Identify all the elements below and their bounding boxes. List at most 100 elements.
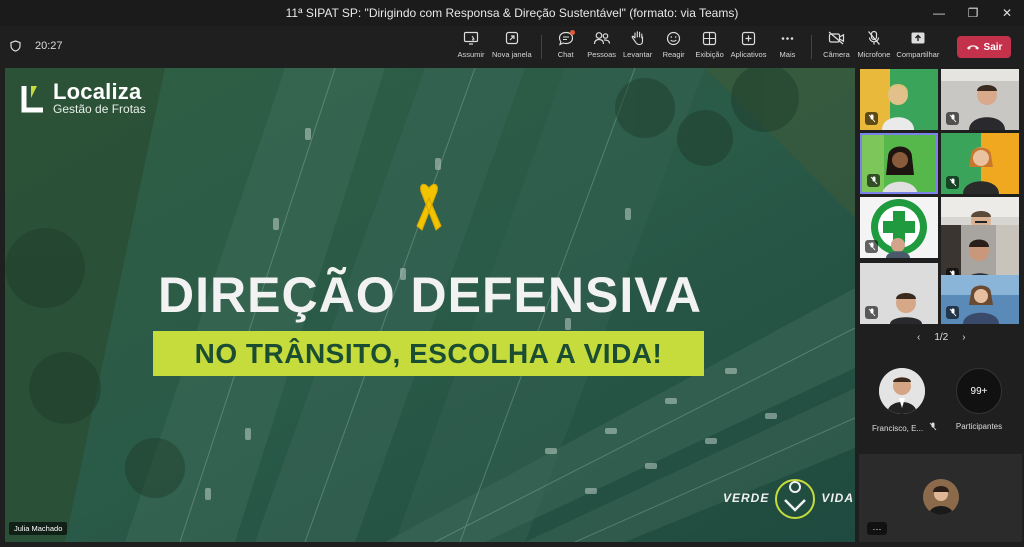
share-button[interactable]: Compartilhar — [893, 30, 942, 64]
more-icon — [781, 36, 794, 40]
pinned-participant[interactable]: Francisco, E... — [872, 368, 937, 433]
localiza-logo: Localiza Gestão de Frotas — [21, 79, 146, 116]
muted-badge — [867, 174, 880, 187]
participants-overflow-button[interactable]: 99+ Participantes — [949, 368, 1009, 431]
mic-off-icon — [868, 308, 875, 317]
apps-button[interactable]: Aplicativos — [728, 30, 770, 64]
microphone-button[interactable]: Microfone — [854, 30, 893, 64]
meeting-toolbar: 20:27 Assumir Nova janela Chat Pessoas L… — [0, 26, 1024, 66]
slide-headline: DIREÇÃO DEFENSIVA — [158, 267, 702, 323]
participant-tile[interactable] — [941, 275, 1019, 324]
muted-badge — [946, 176, 959, 189]
mic-off-icon — [949, 114, 956, 123]
more-button[interactable]: Mais — [769, 30, 805, 64]
participant-tile[interactable] — [860, 263, 938, 324]
camera-label: Câmera — [823, 50, 850, 59]
participant-tile[interactable] — [941, 69, 1019, 130]
muted-badge — [865, 306, 878, 319]
brand-subtitle: Gestão de Frotas — [53, 102, 146, 116]
muted-badge — [865, 112, 878, 125]
toolbar-buttons: Assumir Nova janela Chat Pessoas Levanta… — [453, 30, 942, 64]
chat-button[interactable]: Chat — [548, 30, 584, 64]
self-photo — [923, 479, 959, 515]
people-label: Pessoas — [587, 50, 616, 59]
more-label: Mais — [779, 50, 796, 59]
localiza-l-icon — [21, 86, 43, 113]
apps-icon — [741, 31, 756, 45]
participants-label: Participantes — [955, 422, 1003, 431]
take-control-label: Assumir — [457, 50, 485, 59]
react-label: Reagir — [662, 50, 685, 59]
mic-off-icon — [868, 114, 875, 123]
avatar — [923, 479, 959, 515]
view-icon — [703, 31, 717, 45]
chevron-left-icon[interactable]: ‹ — [917, 332, 920, 343]
muted-badge — [946, 112, 959, 125]
camera-off-icon — [828, 31, 845, 45]
toolbar-divider — [540, 35, 542, 59]
view-button[interactable]: Exibição — [692, 30, 728, 64]
new-window-icon — [505, 31, 518, 45]
meeting-timer: 20:27 — [35, 40, 63, 52]
people-button[interactable]: Pessoas — [584, 30, 620, 64]
verde-vida-right: VIDA — [821, 491, 855, 505]
raise-hand-icon — [631, 31, 643, 46]
participants-panel: ‹ 1/2 › Francisco, E... 99+ Participante… — [857, 68, 1024, 547]
share-label: Compartilhar — [896, 50, 940, 59]
take-control-icon — [463, 31, 479, 45]
phone-hangup-icon — [966, 45, 979, 50]
muted-badge — [865, 240, 878, 253]
window-title: 11ª SIPAT SP: "Dirigindo com Responsa & … — [285, 6, 739, 20]
window-controls: — ❐ ✕ — [922, 0, 1024, 26]
react-icon — [667, 31, 681, 45]
leave-label: Sair — [983, 41, 1003, 53]
shared-screen: Localiza Gestão de Frotas DIREÇÃO DEFENS… — [5, 68, 855, 542]
mic-off-icon — [930, 422, 937, 431]
verde-vida-logo: VERDE VIDA — [723, 474, 854, 522]
participant-tile[interactable] — [860, 133, 938, 194]
chat-label: Chat — [557, 50, 574, 59]
view-label: Exibição — [695, 50, 724, 59]
chat-unread-dot — [569, 30, 575, 35]
new-window-label: Nova janela — [492, 50, 532, 59]
pinned-name: Francisco, E... — [872, 422, 937, 433]
take-control-button[interactable]: Assumir — [453, 30, 489, 64]
raise-hand-button[interactable]: Levantar — [620, 30, 656, 64]
muted-badge — [946, 306, 959, 319]
participants-count: 99+ — [956, 368, 1002, 414]
presenter-name-tag: Julia Machado — [9, 522, 68, 535]
participant-tile[interactable] — [941, 133, 1019, 194]
participant-tile[interactable] — [860, 197, 938, 258]
participant-tile[interactable] — [860, 69, 938, 130]
brand-name: Localiza — [53, 79, 142, 104]
raise-hand-label: Levantar — [623, 50, 653, 59]
leave-button[interactable]: Sair — [957, 36, 1011, 58]
share-icon — [911, 32, 925, 44]
camera-button[interactable]: Câmera — [818, 30, 854, 64]
pager-label: 1/2 — [934, 332, 949, 343]
shield-icon — [10, 40, 21, 52]
avatar — [879, 368, 925, 414]
minimize-icon[interactable]: — — [922, 0, 956, 26]
close-icon[interactable]: ✕ — [990, 0, 1024, 26]
people-icon — [593, 32, 610, 45]
pinned-name-text: Francisco, E... — [872, 424, 924, 433]
slide-tagline: NO TRÂNSITO, ESCOLHA A VIDA! — [153, 331, 704, 376]
mic-off-icon — [949, 308, 956, 317]
self-view: ··· — [859, 454, 1022, 542]
meeting-info: 20:27 — [10, 26, 63, 66]
react-button[interactable]: Reagir — [656, 30, 692, 64]
chevron-right-icon[interactable]: › — [962, 332, 965, 343]
toolbar-divider — [811, 35, 813, 59]
apps-label: Aplicativos — [730, 50, 767, 59]
maximize-icon[interactable]: ❐ — [956, 0, 990, 26]
new-window-button[interactable]: Nova janela — [489, 30, 535, 64]
mic-off-icon — [867, 30, 880, 45]
mic-off-icon — [870, 176, 877, 185]
verde-vida-emblem-icon — [775, 479, 816, 519]
microphone-label: Microfone — [857, 50, 891, 59]
awareness-ribbon-icon — [416, 183, 442, 231]
self-view-more-button[interactable]: ··· — [867, 522, 887, 535]
gallery-pager: ‹ 1/2 › — [917, 332, 966, 343]
window-titlebar: 11ª SIPAT SP: "Dirigindo com Responsa & … — [0, 0, 1024, 26]
